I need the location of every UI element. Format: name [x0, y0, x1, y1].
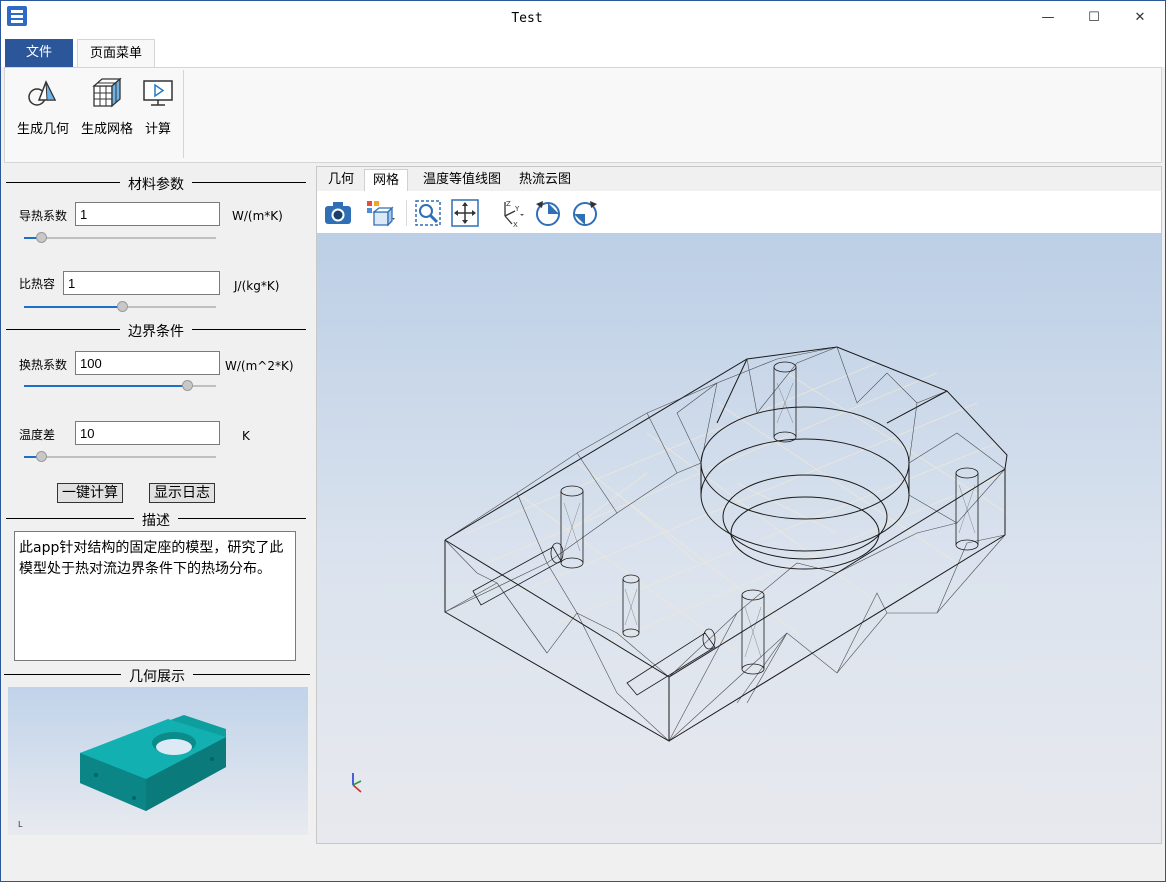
generate-mesh-label: 生成网格: [80, 122, 133, 137]
conductivity-slider-thumb[interactable]: [36, 232, 48, 243]
maximize-button[interactable]: ☐: [1071, 1, 1117, 35]
temp-diff-unit: K: [242, 429, 250, 443]
temp-diff-label: 温度差: [19, 428, 56, 442]
description-group-header: 描述: [6, 510, 306, 530]
compute-ribbon-label: 计算: [144, 122, 171, 137]
geometry-view-group-header: 几何展示: [4, 666, 310, 686]
conductivity-label: 导热系数: [19, 209, 68, 223]
material-group-header: 材料参数: [6, 174, 306, 194]
fit-view-icon[interactable]: [450, 198, 480, 228]
compute-button[interactable]: 一键计算: [57, 483, 123, 503]
temp-diff-slider-thumb[interactable]: [36, 451, 48, 462]
conductivity-input[interactable]: [75, 202, 220, 226]
axis-orientation-icon[interactable]: Z Y X: [495, 198, 525, 228]
temp-diff-input[interactable]: [75, 421, 220, 445]
tab-heat-flux[interactable]: 热流云图: [511, 169, 579, 191]
rotate-right-icon[interactable]: [570, 198, 600, 228]
geometry-view-group-title: 几何展示: [121, 666, 193, 686]
svg-text:L: L: [18, 820, 23, 829]
parameter-panel: 材料参数 导热系数 W/(m*K) 比热容 J/(kg*K) 边界条件 换热系数…: [4, 166, 313, 846]
camera-icon[interactable]: [323, 198, 353, 228]
generate-geometry-label: 生成几何: [16, 122, 69, 137]
boundary-group-title: 边界条件: [120, 321, 192, 341]
zoom-box-icon[interactable]: [413, 198, 443, 228]
htc-slider-thumb[interactable]: [182, 380, 194, 391]
material-group-title: 材料参数: [120, 174, 192, 194]
heat-capacity-slider[interactable]: [24, 301, 216, 313]
tab-page-menu[interactable]: 页面菜单: [77, 39, 155, 68]
toolbar-separator: [406, 200, 407, 226]
title-bar: Test — ☐ ✕: [1, 1, 1165, 37]
tab-mesh[interactable]: 网格: [364, 169, 409, 191]
heat-capacity-input[interactable]: [63, 271, 220, 295]
ribbon-separator: [183, 70, 184, 158]
heat-capacity-label: 比热容: [19, 277, 56, 291]
generate-geometry-button[interactable]: 生成几何: [15, 76, 71, 137]
orientation-triad: [352, 773, 362, 793]
viewer-panel: 几何 网格 温度等值线图 热流云图 Z Y X: [316, 166, 1162, 844]
viewer-toolbar: Z Y X: [317, 191, 1161, 233]
conductivity-slider[interactable]: [24, 232, 216, 244]
htc-unit: W/(m^2*K): [225, 359, 294, 373]
generate-mesh-button[interactable]: 生成网格: [77, 76, 137, 137]
description-textbox[interactable]: 此app针对结构的固定座的模型，研究了此模型处于热对流边界条件下的热场分布。: [14, 531, 296, 661]
geometry-preview: L: [8, 687, 308, 835]
app-window: Test — ☐ ✕ 文件 页面菜单 生成几何 生成网格 计算 材料参数 导热系…: [0, 0, 1166, 882]
tab-temperature-contour[interactable]: 温度等值线图: [415, 169, 509, 191]
tab-geometry[interactable]: 几何: [320, 169, 362, 191]
boundary-group-header: 边界条件: [6, 321, 306, 341]
mesh-cube-icon: [92, 77, 122, 108]
mesh-viewport[interactable]: [317, 233, 1161, 843]
svg-text:X: X: [513, 221, 518, 228]
svg-text:Z: Z: [506, 200, 511, 208]
close-button[interactable]: ✕: [1117, 1, 1163, 35]
window-title: Test: [511, 11, 543, 26]
tab-file[interactable]: 文件: [5, 39, 73, 67]
heat-capacity-slider-thumb[interactable]: [116, 301, 128, 312]
mesh-model: [352, 346, 1008, 793]
htc-input[interactable]: [75, 351, 220, 375]
svg-text:Y: Y: [514, 205, 520, 213]
compute-ribbon-button[interactable]: 计算: [141, 76, 175, 137]
minimize-button[interactable]: —: [1025, 1, 1071, 35]
ribbon-tabs: 文件 页面菜单: [1, 37, 1165, 68]
temp-diff-slider[interactable]: [24, 451, 216, 463]
rotate-left-icon[interactable]: [533, 198, 563, 228]
show-log-button[interactable]: 显示日志: [149, 483, 215, 503]
htc-label: 换热系数: [19, 358, 68, 372]
viewer-tabs: 几何 网格 温度等值线图 热流云图: [317, 167, 1161, 191]
geometry-icon: [28, 80, 57, 106]
conductivity-unit: W/(m*K): [232, 209, 283, 223]
display-mode-icon[interactable]: [365, 198, 395, 228]
heat-capacity-unit: J/(kg*K): [234, 279, 280, 293]
description-group-title: 描述: [134, 510, 178, 530]
monitor-play-icon: [143, 80, 173, 106]
geometry-preview-model: L: [18, 715, 226, 829]
ribbon-panel: 生成几何 生成网格 计算: [4, 67, 1162, 163]
htc-slider[interactable]: [24, 380, 216, 392]
